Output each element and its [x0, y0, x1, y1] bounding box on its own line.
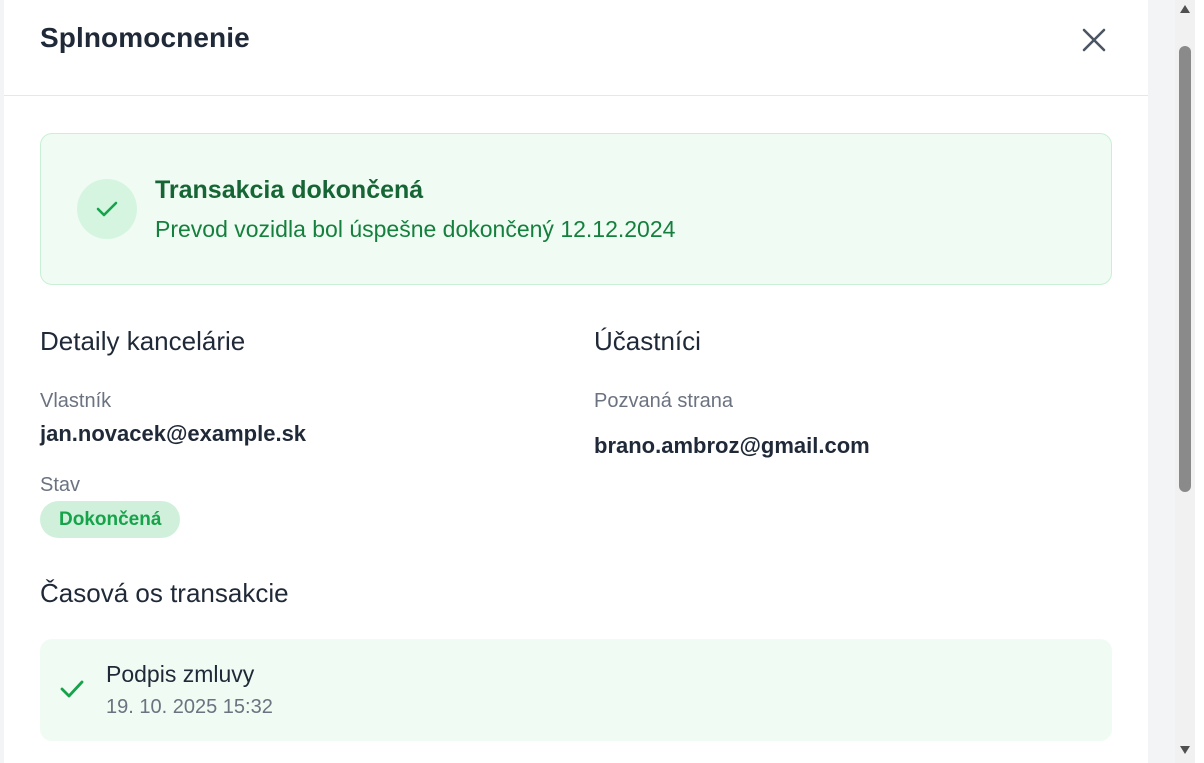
success-icon-circle: [77, 179, 137, 239]
office-details-heading: Detaily kancelárie: [40, 326, 246, 356]
scroll-up-arrow-icon[interactable]: [1177, 2, 1193, 16]
modal-dialog: Splnomocnenie Transakcia dokončená Prevo…: [4, 0, 1148, 763]
scrollbar-thumb[interactable]: [1179, 46, 1191, 492]
scroll-down-arrow-icon[interactable]: [1177, 743, 1193, 757]
status-badge: Dokončená: [40, 501, 181, 538]
success-banner: Transakcia dokončená Prevod vozidla bol …: [40, 133, 1112, 285]
timeline-heading: Časová os transakcie: [40, 578, 289, 608]
close-icon: [1082, 28, 1106, 52]
window: Splnomocnenie Transakcia dokončená Prevo…: [0, 0, 1204, 763]
banner-title: Transakcia dokončená: [155, 176, 424, 204]
banner-text: Prevod vozidla bol úspešne dokončený 12.…: [155, 216, 676, 242]
modal-header: Splnomocnenie: [4, 0, 1148, 96]
invited-party-value: brano.ambroz@gmail.com: [594, 433, 870, 458]
close-button[interactable]: [1078, 24, 1110, 56]
check-icon: [60, 680, 84, 698]
timeline-check-wrapper: [58, 677, 86, 706]
status-label: Stav: [40, 474, 81, 496]
owner-value: jan.novacek@example.sk: [40, 421, 307, 446]
timeline-item-timestamp: 19. 10. 2025 15:32: [106, 696, 273, 718]
timeline-item-title: Podpis zmluvy: [106, 661, 255, 687]
participants-heading: Účastníci: [594, 326, 701, 356]
owner-label: Vlastník: [40, 390, 112, 412]
page-background-gutter: [1148, 0, 1175, 763]
invited-party-label: Pozvaná strana: [594, 390, 733, 412]
check-icon: [96, 201, 118, 217]
modal-title: Splnomocnenie: [40, 22, 250, 53]
timeline-item: Podpis zmluvy 19. 10. 2025 15:32: [40, 639, 1112, 741]
